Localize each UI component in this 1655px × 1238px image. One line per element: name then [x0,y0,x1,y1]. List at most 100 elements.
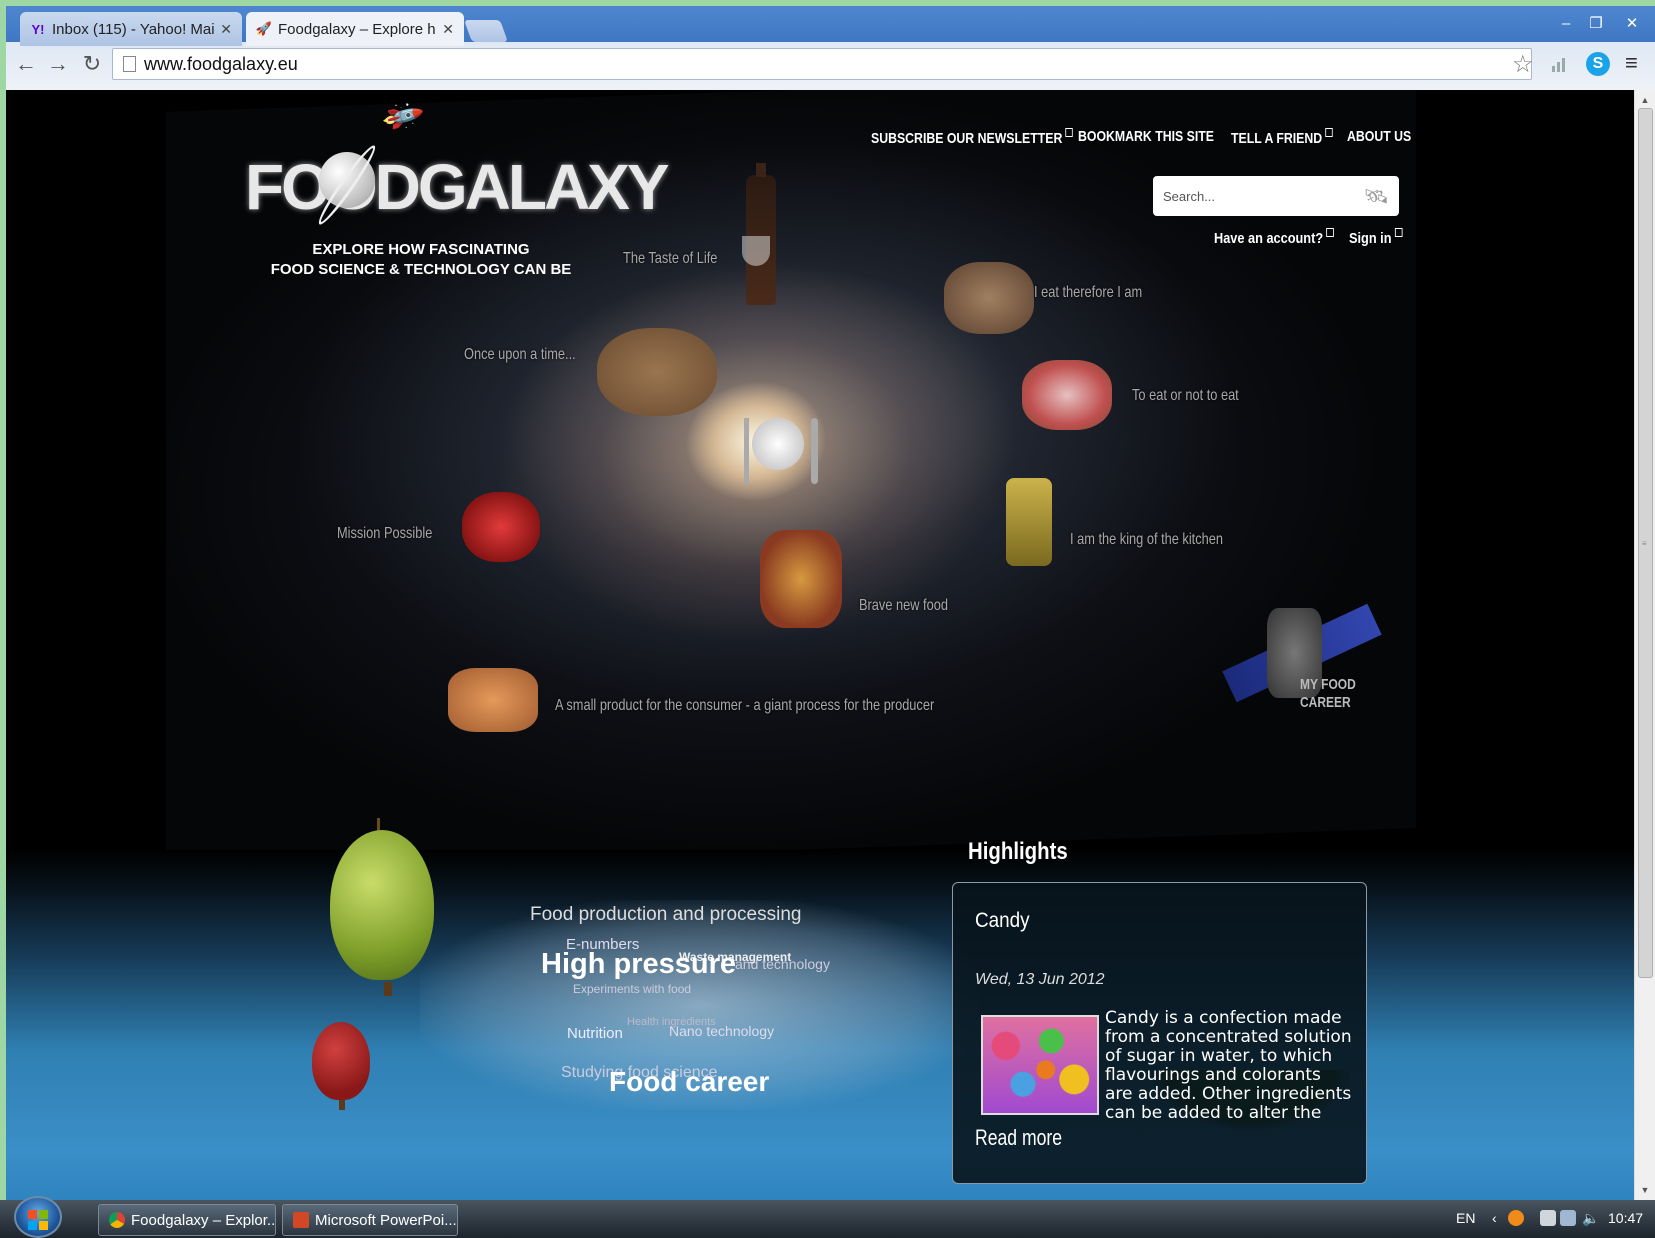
article-title[interactable]: Candy [975,909,1030,933]
close-tab-icon[interactable]: ✕ [220,21,232,38]
link-king-kitchen[interactable]: I am the king of the kitchen [1070,531,1223,549]
tag-high-pressure[interactable]: High pressure [541,948,736,981]
balloon-basket [384,982,392,996]
link-to-eat[interactable]: To eat or not to eat [1132,387,1239,405]
network-icon[interactable] [1560,1210,1576,1226]
link-taste-of-life[interactable]: The Taste of Life [623,250,717,268]
search-box: 🛰 [1153,176,1399,216]
eggs-image[interactable] [448,668,538,732]
language-indicator[interactable]: EN [1456,1210,1475,1226]
taskbar-item-label: Foodgalaxy – Explor... [131,1211,276,1229]
tag-nano-technology[interactable]: Nano technology [669,1023,774,1039]
grip-icon: ≡ [1642,539,1647,548]
nuts-image[interactable] [944,262,1034,334]
satellite-image[interactable] [1212,596,1382,726]
maximize-icon[interactable]: ❐ [1582,12,1610,34]
tab-yahoo-mail[interactable]: Y! Inbox (115) - Yahoo! Mail ✕ [20,12,242,46]
start-button[interactable] [14,1196,62,1238]
link-my-food-career[interactable]: MY FOOD CAREER [1300,676,1356,712]
apple-kiwi-image[interactable] [462,492,540,562]
ice-cream-image[interactable] [1022,360,1112,430]
green-apple-balloon[interactable] [330,830,434,980]
volume-icon[interactable]: 🔈 [1582,1210,1599,1227]
search-input[interactable] [1163,188,1353,204]
close-tab-icon[interactable]: ✕ [442,21,454,38]
career-line1: MY FOOD [1300,676,1356,693]
highlights-heading: Highlights [968,838,1068,865]
external-link-icon [1325,128,1333,137]
link-once-upon[interactable]: Once upon a time... [464,346,576,364]
logo-text: FOODGALAXY [245,151,670,223]
have-account-text: Have an account? [1214,230,1324,247]
fork-image [744,418,749,484]
tab-foodgalaxy[interactable]: 🚀 Foodgalaxy – Explore how ✕ [246,12,464,46]
scroll-thumb[interactable]: ≡ [1638,108,1653,978]
external-link-icon [1326,228,1335,237]
have-account-label[interactable]: Have an account? [1214,228,1335,247]
balloon-basket [339,1100,345,1110]
signal-bars-icon[interactable] [1552,56,1570,72]
close-window-icon[interactable]: ✕ [1614,12,1650,34]
address-bar[interactable]: www.foodgalaxy.eu [112,48,1532,80]
article-date: Wed, 13 Jun 2012 [975,971,1105,988]
nav-bookmark[interactable]: BOOKMARK THIS SITE [1078,128,1214,145]
bookmark-star-icon[interactable]: ☆ [1512,50,1534,79]
show-hidden-icons[interactable]: ‹ [1492,1210,1497,1226]
tag-food-production[interactable]: Food production and processing [530,904,801,926]
link-brave-new-food[interactable]: Brave new food [859,597,948,615]
taskbar-item-label: Microsoft PowerPoi... [315,1211,457,1229]
avast-icon[interactable] [1508,1210,1524,1226]
sign-in-link[interactable]: Sign in [1349,228,1403,247]
external-link-icon [1394,228,1403,237]
red-apple-balloon[interactable] [312,1022,370,1100]
olive-oil-image[interactable] [1006,478,1052,566]
plate-image[interactable] [752,418,804,470]
bread-image[interactable] [597,328,717,416]
link-eat-therefore[interactable]: I eat therefore I am [1034,284,1142,302]
taskbar-item-powerpoint[interactable]: Microsoft PowerPoi... [282,1204,458,1236]
hamburger-menu-icon[interactable]: ≡ [1625,50,1638,76]
tagline-line1: EXPLORE HOW FASCINATING [312,241,530,258]
burger-fries-image[interactable] [760,530,842,628]
sign-in-text: Sign in [1349,230,1392,247]
tab-title: Foodgalaxy – Explore how [278,20,436,38]
nav-tell-friend[interactable]: TELL A FRIEND [1231,128,1333,147]
yahoo-icon: Y! [31,21,45,37]
minimize-icon[interactable]: – [1552,12,1580,34]
clock[interactable]: 10:47 [1608,1210,1643,1226]
page-content: 🚀 FOODGALAXY EXPLORE HOW FASCINATING FOO… [6,90,1634,1200]
scroll-up-icon[interactable]: ▲ [1637,92,1653,108]
nav-about-us[interactable]: ABOUT US [1347,128,1411,145]
satellite-search-icon[interactable]: 🛰 [1364,184,1389,209]
link-mission-possible[interactable]: Mission Possible [337,525,432,543]
career-line2: CAREER [1300,694,1351,711]
taskbar-item-chrome[interactable]: Foodgalaxy – Explor... [98,1204,276,1236]
nav-newsletter-label: SUBSCRIBE OUR NEWSLETTER [871,130,1063,147]
rocket-icon: 🚀 [255,21,273,36]
power-icon[interactable] [1540,1210,1556,1226]
article-excerpt: Candy is a confection made from a concen… [1105,1009,1352,1121]
wine-glass-image [742,236,770,266]
candy-thumbnail[interactable] [981,1015,1099,1115]
vertical-scrollbar[interactable]: ▲ ≡ ▼ [1634,90,1655,1200]
forward-arrow-icon[interactable]: → [44,50,72,78]
external-link-icon [1065,128,1074,137]
powerpoint-icon [293,1212,309,1228]
link-small-product[interactable]: A small product for the consumer - a gia… [555,697,934,715]
scroll-down-icon[interactable]: ▼ [1637,1182,1653,1198]
site-logo[interactable]: 🚀 FOODGALAXY EXPLORE HOW FASCINATING FOO… [245,94,670,290]
tab-title: Inbox (115) - Yahoo! Mail [52,20,215,38]
highlights-panel: Candy Wed, 13 Jun 2012 Candy is a confec… [952,882,1367,1184]
new-tab-button[interactable] [463,20,509,42]
nav-newsletter[interactable]: SUBSCRIBE OUR NEWSLETTER [871,128,1074,147]
page-icon [123,56,136,72]
skype-icon[interactable]: S [1586,52,1610,76]
read-more-link[interactable]: Read more [975,1125,1062,1151]
back-arrow-icon[interactable]: ← [12,50,40,78]
tag-experiments[interactable]: Experiments with food [573,982,691,996]
tag-food-career[interactable]: Food career [609,1066,769,1098]
spoon-image [811,418,818,484]
reload-icon[interactable]: ↻ [78,50,106,78]
url-text[interactable]: www.foodgalaxy.eu [144,54,298,75]
tag-nutrition[interactable]: Nutrition [567,1025,623,1042]
